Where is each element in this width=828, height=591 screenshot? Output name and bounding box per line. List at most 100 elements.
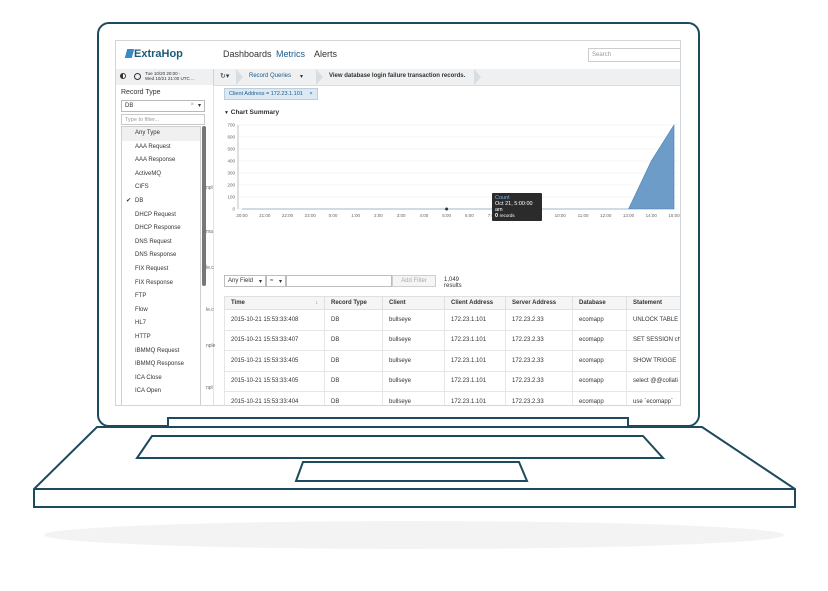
filter-value-input[interactable] [286,275,392,287]
series-area[interactable] [242,123,675,210]
column-header-label: Client [389,300,406,306]
breadcrumb-separator [316,69,323,85]
record-type-option[interactable]: FIX Request [122,263,200,277]
record-type-option[interactable]: ICA Close [122,372,200,386]
record-type-option-label: ICA Close [135,374,162,381]
table-cell: use `ecomapp` [626,391,680,405]
obscured-text-fragment: npl [206,385,213,391]
table-row[interactable]: 2015-10-21 15:53:33:405 DB bullseye 172.23.… [224,370,680,392]
column-header[interactable]: Database [572,296,627,310]
close-icon[interactable]: × [309,91,312,97]
table-cell: 172.23.1.101 [444,309,506,331]
clock-icon[interactable] [134,73,141,80]
tooltip-unit: records [499,213,515,218]
record-type-option[interactable]: IBMMQ Request [122,345,200,359]
record-type-option[interactable]: AAA Response [122,154,200,168]
checkmark-icon: ✔ [126,198,132,204]
type-filter-input[interactable]: Type to filter... [121,114,205,125]
record-type-option[interactable]: DNS Response [122,249,200,263]
table-row[interactable]: 2015-10-21 15:53:33:407 DB bullseye 172.23.… [224,329,680,351]
table-row[interactable]: 2015-10-21 15:53:33:405 DB bullseye 172.23.… [224,350,680,372]
record-type-option[interactable]: FIX Response [122,277,200,291]
record-type-option[interactable]: DHCP Response [122,222,200,236]
filter-pill[interactable]: Client Address = 172.23.1.101 × [224,88,318,100]
column-header[interactable]: Record Type [324,296,383,310]
app-logo[interactable]: ExtraHop [134,48,183,60]
record-type-option[interactable]: HTTP [122,331,200,345]
table-cell: 172.23.1.101 [444,391,506,405]
breadcrumb-record-queries[interactable]: Record Queries [249,73,291,79]
record-type-option-label: IBMMQ Response [135,361,185,368]
main-content: Client Address = 172.23.1.101 × ▼ Chart … [220,85,681,405]
x-tick-label: 20:00 [236,213,248,218]
record-type-option[interactable]: ICA Open [122,385,200,399]
table-cell: SHOW TRIGGE [626,350,680,372]
table-cell: select @@collati [626,370,680,392]
record-type-option-label: HTTP [135,334,151,340]
record-type-option[interactable]: ✔ DB [122,195,200,209]
table-row[interactable]: 2015-10-21 15:53:33:408 DB bullseye 172.23.… [224,309,680,331]
record-type-option-label: DB [135,198,144,204]
table-cell: bullseye [382,370,445,392]
time-range-line2: Wed 10/21 21:00 UTC ... [145,76,195,81]
search-input[interactable]: Search [588,48,680,62]
breadcrumb-view: View database login failure transaction … [329,73,466,79]
clear-icon[interactable]: × [190,102,194,108]
column-header[interactable]: Client [382,296,445,310]
sort-descending-icon[interactable]: ↓ [315,300,318,306]
table-cell: SET SESSION ch [626,329,680,351]
caret-down-icon: ▼ [224,110,229,116]
record-type-option[interactable]: Flow [122,304,200,318]
x-tick-label: 6:00 [465,213,474,218]
record-type-option[interactable]: CIFS [122,181,200,195]
record-type-option[interactable]: HL7 [122,317,200,331]
records-area-chart[interactable]: 0 100 200 300 400 500 600 700 20:00 21:00 22:00 23:… [224,121,681,221]
hover-point[interactable] [445,207,449,211]
add-filter-button[interactable]: Add Filter [392,275,436,287]
record-type-option-label: DHCP Request [135,211,176,218]
column-header-label: Time [231,300,245,306]
refresh-icon[interactable]: ↻▾ [220,72,229,80]
x-tick-label: 13:00 [623,213,635,218]
table-cell: 172.23.2.33 [505,391,573,405]
record-type-option[interactable]: ActiveMQ [122,168,200,182]
operator-select[interactable]: ≈ ▾ [266,275,286,287]
column-header[interactable]: Server Address [505,296,573,310]
record-type-option-label: IBMMQ Request [135,347,180,354]
column-header-label: Statement [633,300,663,306]
chart-tooltip: Count Oct 21, 5:00:00 am 0 records [492,193,542,221]
record-type-option[interactable]: Any Type [122,127,200,141]
record-type-option[interactable]: DNS Request [122,236,200,250]
nav-dashboards[interactable]: Dashboards [223,49,272,59]
table-cell: 2015-10-21 15:53:33:405 [224,350,325,372]
column-header[interactable]: Statement [626,296,680,310]
app-screen: ExtraHop Dashboards Metrics Alerts Searc… [115,40,681,406]
chart-summary-label: Chart Summary [230,109,280,116]
x-tick-label: 12:00 [600,213,612,218]
nav-alerts[interactable]: Alerts [314,49,337,59]
table-cell: bullseye [382,329,445,351]
column-header[interactable]: Client Address [444,296,506,310]
chevron-down-icon: ▾ [278,279,282,285]
dropdown-scrollbar[interactable] [202,126,206,286]
record-type-options: Any Type AAA Request AAA Response ActiveMQ C… [121,126,201,405]
table-cell: ecomapp [572,370,627,392]
record-type-option[interactable]: AAA Request [122,141,200,155]
record-type-option[interactable]: DHCP Request [122,209,200,223]
time-range-selector[interactable]: Tue 10/20 20:00 - Wed 10/21 21:00 UTC ..… [145,71,195,81]
record-type-option[interactable]: IBMMQ Response [122,358,200,372]
column-header[interactable]: Time ↓ [224,296,325,310]
field-select[interactable]: Any Field ▾ [224,275,266,287]
y-tick-label: 400 [227,159,235,164]
chevron-down-icon[interactable]: ▾ [198,102,201,109]
table-cell: ecomapp [572,350,627,372]
y-tick-label: 700 [227,123,235,128]
chevron-down-icon[interactable]: ▾ [300,73,303,80]
record-type-option[interactable]: FTP [122,290,200,304]
breadcrumb-separator [236,69,243,85]
table-row[interactable]: 2015-10-21 15:53:33:404 DB bullseye 172.23.… [224,391,680,405]
chart-summary-title[interactable]: ▼ Chart Summary [224,109,279,116]
toggle-sidebar-icon[interactable] [120,73,126,79]
record-type-select[interactable]: DB × ▾ [121,100,205,112]
nav-metrics[interactable]: Metrics [276,49,305,59]
